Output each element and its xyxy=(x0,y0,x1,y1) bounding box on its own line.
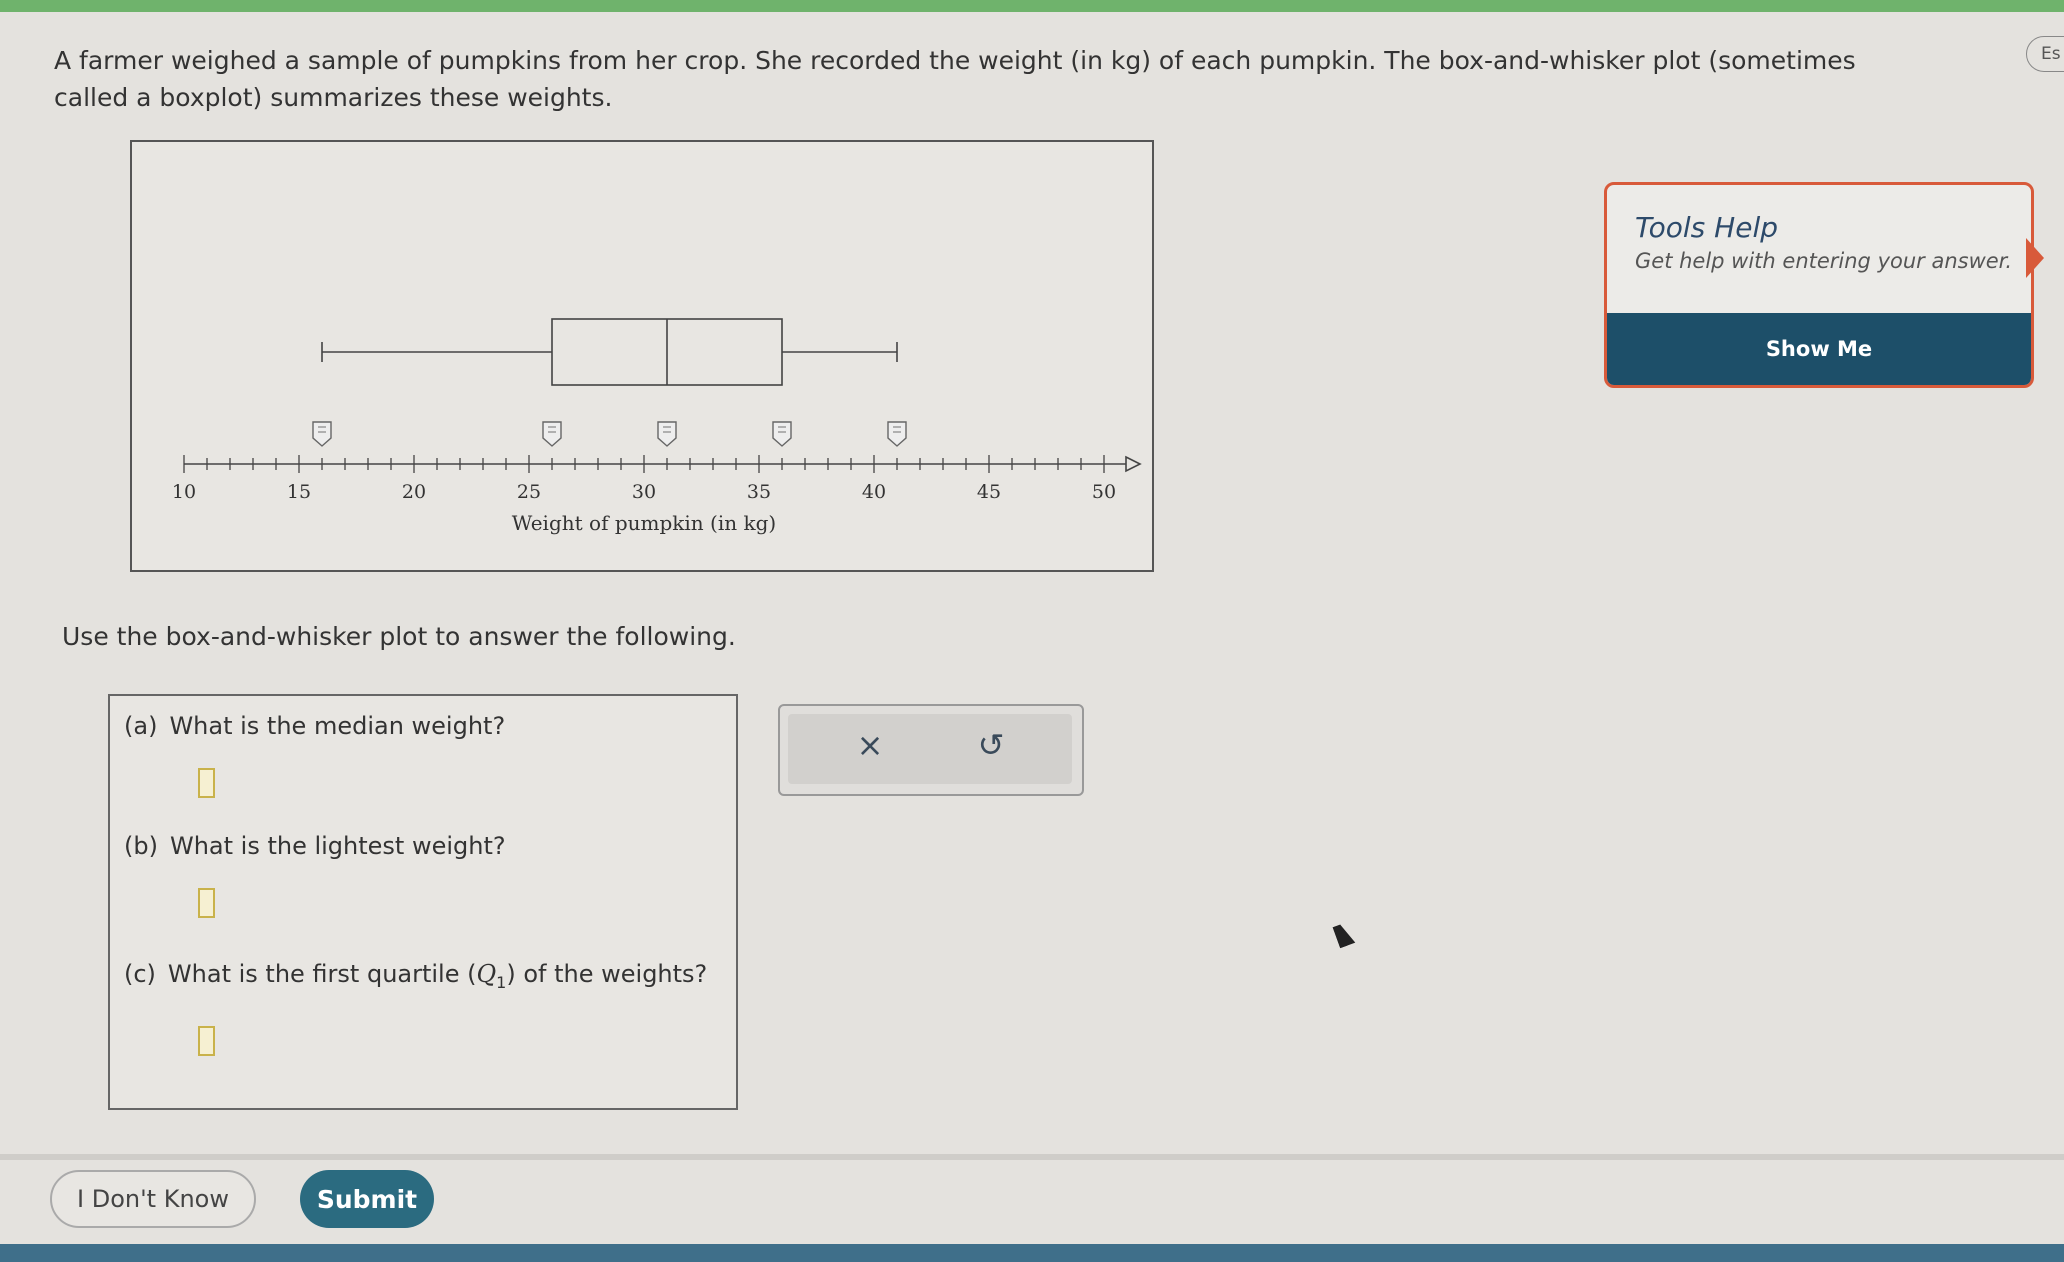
q-subscript: 1 xyxy=(496,972,507,992)
answer-c-input[interactable] xyxy=(198,1026,215,1056)
question-c-letter: (c) xyxy=(124,960,156,988)
tick-label: 45 xyxy=(977,481,1001,503)
boxplot-chart: 10 15 20 25 30 35 40 45 50 Weight of pumpkin (in … xyxy=(172,318,1142,535)
tick-label: 30 xyxy=(632,481,656,503)
tick-label: 35 xyxy=(747,481,771,503)
marker-handle-icon xyxy=(312,421,332,447)
clear-icon[interactable]: × xyxy=(845,726,895,764)
instruction-text: Use the box-and-whisker plot to answer t… xyxy=(62,622,736,651)
mouse-cursor-icon xyxy=(1332,921,1356,949)
x-axis-arrow xyxy=(1125,455,1142,473)
top-accent-bar xyxy=(0,0,2064,12)
dont-know-button[interactable]: I Don't Know xyxy=(50,1170,256,1228)
boxplot-frame: 10 15 20 25 30 35 40 45 50 Weight of pumpkin (in … xyxy=(130,140,1154,572)
question-c-text-after: ) of the weights? xyxy=(506,960,708,988)
question-b-letter: (b) xyxy=(124,832,158,860)
question-a-letter: (a) xyxy=(124,712,158,740)
language-toggle-button[interactable]: Es xyxy=(2026,36,2064,72)
questions-panel: (a) What is the median weight? (b) What is… xyxy=(108,694,738,1110)
tools-help-panel: Tools Help Get help with entering your a… xyxy=(1604,182,2034,388)
tick-label: 15 xyxy=(287,481,311,503)
footer-divider xyxy=(0,1154,2064,1160)
bottom-bar xyxy=(0,1244,2064,1262)
help-pointer-arrow xyxy=(2026,238,2044,278)
tick-label: 20 xyxy=(402,481,426,503)
tick-label: 10 xyxy=(172,481,196,503)
marker-handle-icon xyxy=(542,421,562,447)
tick-label: 50 xyxy=(1092,481,1116,503)
tick-label: 40 xyxy=(862,481,886,503)
q-symbol: Q xyxy=(476,960,497,988)
show-me-button[interactable]: Show Me xyxy=(1607,313,2031,385)
tick-label: 25 xyxy=(517,481,541,503)
answer-a-input[interactable] xyxy=(198,768,215,798)
question-a: (a) What is the median weight? xyxy=(124,712,505,740)
marker-handle-icon xyxy=(887,421,907,447)
marker-handle-icon xyxy=(657,421,677,447)
submit-button[interactable]: Submit xyxy=(300,1170,434,1228)
answer-toolbox: × ↺ xyxy=(778,704,1084,796)
marker-handle-icon xyxy=(772,421,792,447)
question-c: (c) What is the first quartile (Q1) of th… xyxy=(124,960,707,992)
x-axis-label: Weight of pumpkin (in kg) xyxy=(512,511,776,535)
problem-intro: A farmer weighed a sample of pumpkins fr… xyxy=(54,46,1856,112)
tools-help-title: Tools Help xyxy=(1635,211,1779,244)
question-b: (b) What is the lightest weight? xyxy=(124,832,506,860)
undo-icon[interactable]: ↺ xyxy=(966,726,1016,764)
question-a-text: What is the median weight? xyxy=(169,712,506,740)
language-label: Es xyxy=(2041,44,2061,64)
question-b-text: What is the lightest weight? xyxy=(169,832,506,860)
toolbox-inner: × ↺ xyxy=(788,714,1072,784)
answer-b-input[interactable] xyxy=(198,888,215,918)
tools-help-subtitle: Get help with entering your answer. xyxy=(1635,249,2013,273)
question-c-text-before: What is the first quartile ( xyxy=(167,960,477,988)
